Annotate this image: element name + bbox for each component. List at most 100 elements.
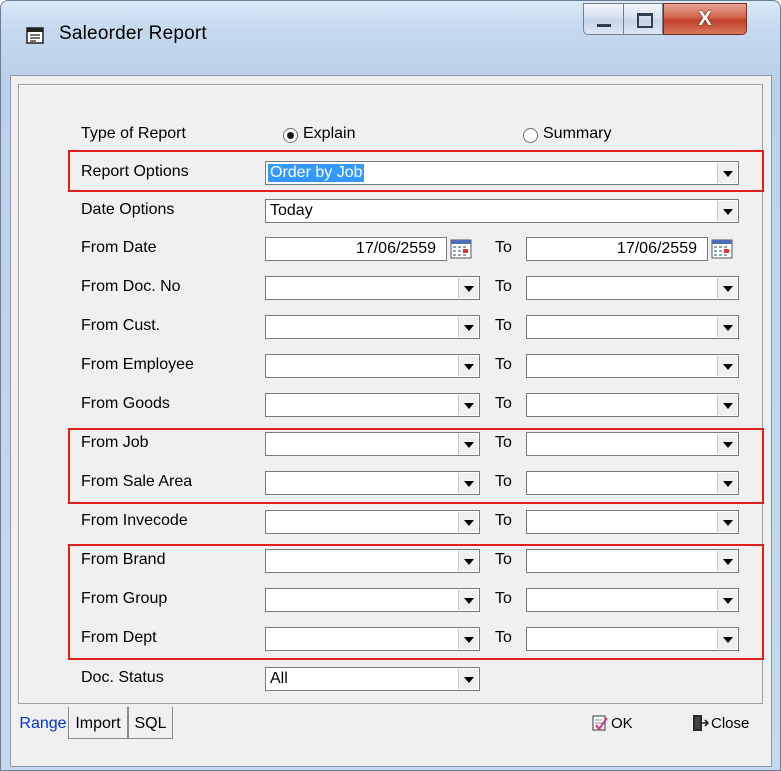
from-date-label: From Date xyxy=(81,239,157,256)
doc-status-combo[interactable]: All xyxy=(265,667,480,691)
to-label: To xyxy=(495,278,512,295)
range-from-combo[interactable] xyxy=(265,588,480,612)
range-row-label: From Cust. xyxy=(81,317,161,334)
date-options-value: Today xyxy=(270,202,313,219)
range-to-combo[interactable] xyxy=(526,276,739,300)
chevron-down-icon[interactable] xyxy=(717,278,737,298)
range-from-combo[interactable] xyxy=(265,627,480,651)
to-label: To xyxy=(495,317,512,334)
report-options-value: Order by Job xyxy=(266,163,366,183)
range-row-label: From Brand xyxy=(81,551,166,568)
range-from-combo[interactable] xyxy=(265,510,480,534)
range-to-combo[interactable] xyxy=(526,432,739,456)
to-label: To xyxy=(495,434,512,451)
chevron-down-icon[interactable] xyxy=(458,512,478,532)
to-label: To xyxy=(495,356,512,373)
chevron-down-icon[interactable] xyxy=(458,278,478,298)
report-icon xyxy=(26,27,44,44)
maximize-button[interactable] xyxy=(623,3,663,35)
summary-radio[interactable] xyxy=(523,128,538,143)
range-to-combo[interactable] xyxy=(526,471,739,495)
chevron-down-icon[interactable] xyxy=(458,669,478,689)
range-to-combo[interactable] xyxy=(526,549,739,573)
chevron-down-icon[interactable] xyxy=(717,395,737,415)
close-icon: X xyxy=(698,8,712,30)
chevron-down-icon[interactable] xyxy=(717,512,737,532)
range-row-label: From Job xyxy=(81,434,149,451)
range-row-label: From Doc. No xyxy=(81,278,181,295)
chevron-down-icon[interactable] xyxy=(458,629,478,649)
range-from-combo[interactable] xyxy=(265,471,480,495)
range-to-combo[interactable] xyxy=(526,315,739,339)
chevron-down-icon[interactable] xyxy=(717,163,737,183)
range-row-label: From Group xyxy=(81,590,168,607)
report-window: Saleorder Report X Type of Report Explai… xyxy=(0,0,781,771)
range-panel: Type of Report Explain Summary Report Op… xyxy=(18,84,764,704)
chevron-down-icon[interactable] xyxy=(458,434,478,454)
range-to-combo[interactable] xyxy=(526,354,739,378)
report-options-label: Report Options xyxy=(81,163,189,180)
tab-sql[interactable]: SQL xyxy=(128,707,173,739)
chevron-down-icon[interactable] xyxy=(458,551,478,571)
date-options-combo[interactable]: Today xyxy=(265,199,739,223)
range-row-label: From Goods xyxy=(81,395,170,412)
range-from-combo[interactable] xyxy=(265,393,480,417)
report-options-combo[interactable]: Order by Job xyxy=(265,161,739,185)
close-window-button[interactable]: X xyxy=(663,3,747,35)
ok-button[interactable]: OK xyxy=(591,712,646,736)
to-label: To xyxy=(495,473,512,490)
to-label: To xyxy=(495,512,512,529)
doc-status-label: Doc. Status xyxy=(81,669,164,686)
chevron-down-icon[interactable] xyxy=(717,629,737,649)
to-label: To xyxy=(495,629,512,646)
range-from-combo[interactable] xyxy=(265,276,480,300)
chevron-down-icon[interactable] xyxy=(717,356,737,376)
range-to-combo[interactable] xyxy=(526,588,739,612)
tab-range[interactable]: Range xyxy=(18,707,68,739)
client-area: Type of Report Explain Summary Report Op… xyxy=(10,75,772,767)
chevron-down-icon[interactable] xyxy=(717,317,737,337)
minimize-button[interactable] xyxy=(583,3,623,35)
type-of-report-label: Type of Report xyxy=(81,125,186,142)
explain-radio-label[interactable]: Explain xyxy=(303,125,355,143)
chevron-down-icon[interactable] xyxy=(458,356,478,376)
to-date-field[interactable]: 17/06/2559 xyxy=(526,237,708,261)
range-from-combo[interactable] xyxy=(265,315,480,339)
to-date-value: 17/06/2559 xyxy=(616,240,697,257)
to-label: To xyxy=(495,395,512,412)
range-row-label: From Invecode xyxy=(81,512,188,529)
close-button[interactable]: Close xyxy=(691,712,766,736)
exit-door-icon xyxy=(693,715,709,731)
ok-check-icon xyxy=(592,715,608,731)
to-date-label: To xyxy=(495,239,512,256)
chevron-down-icon[interactable] xyxy=(717,590,737,610)
range-to-combo[interactable] xyxy=(526,510,739,534)
explain-radio[interactable] xyxy=(283,128,298,143)
range-to-combo[interactable] xyxy=(526,393,739,417)
chevron-down-icon[interactable] xyxy=(717,473,737,493)
window-title: Saleorder Report xyxy=(59,23,207,44)
maximize-icon xyxy=(637,13,653,28)
title-bar[interactable]: Saleorder Report X xyxy=(1,1,780,75)
to-label: To xyxy=(495,551,512,568)
chevron-down-icon[interactable] xyxy=(458,395,478,415)
from-date-value: 17/06/2559 xyxy=(355,240,436,257)
range-row-label: From Dept xyxy=(81,629,157,646)
calendar-icon[interactable] xyxy=(450,238,472,260)
range-from-combo[interactable] xyxy=(265,549,480,573)
summary-radio-label[interactable]: Summary xyxy=(543,125,611,143)
chevron-down-icon[interactable] xyxy=(458,473,478,493)
range-row-label: From Sale Area xyxy=(81,473,193,490)
chevron-down-icon[interactable] xyxy=(717,551,737,571)
range-from-combo[interactable] xyxy=(265,432,480,456)
chevron-down-icon[interactable] xyxy=(458,590,478,610)
calendar-icon[interactable] xyxy=(711,238,733,260)
chevron-down-icon[interactable] xyxy=(717,434,737,454)
range-from-combo[interactable] xyxy=(265,354,480,378)
from-date-field[interactable]: 17/06/2559 xyxy=(265,237,447,261)
chevron-down-icon[interactable] xyxy=(717,201,737,221)
tab-import[interactable]: Import xyxy=(68,707,128,739)
range-to-combo[interactable] xyxy=(526,627,739,651)
chevron-down-icon[interactable] xyxy=(458,317,478,337)
date-options-label: Date Options xyxy=(81,201,175,218)
